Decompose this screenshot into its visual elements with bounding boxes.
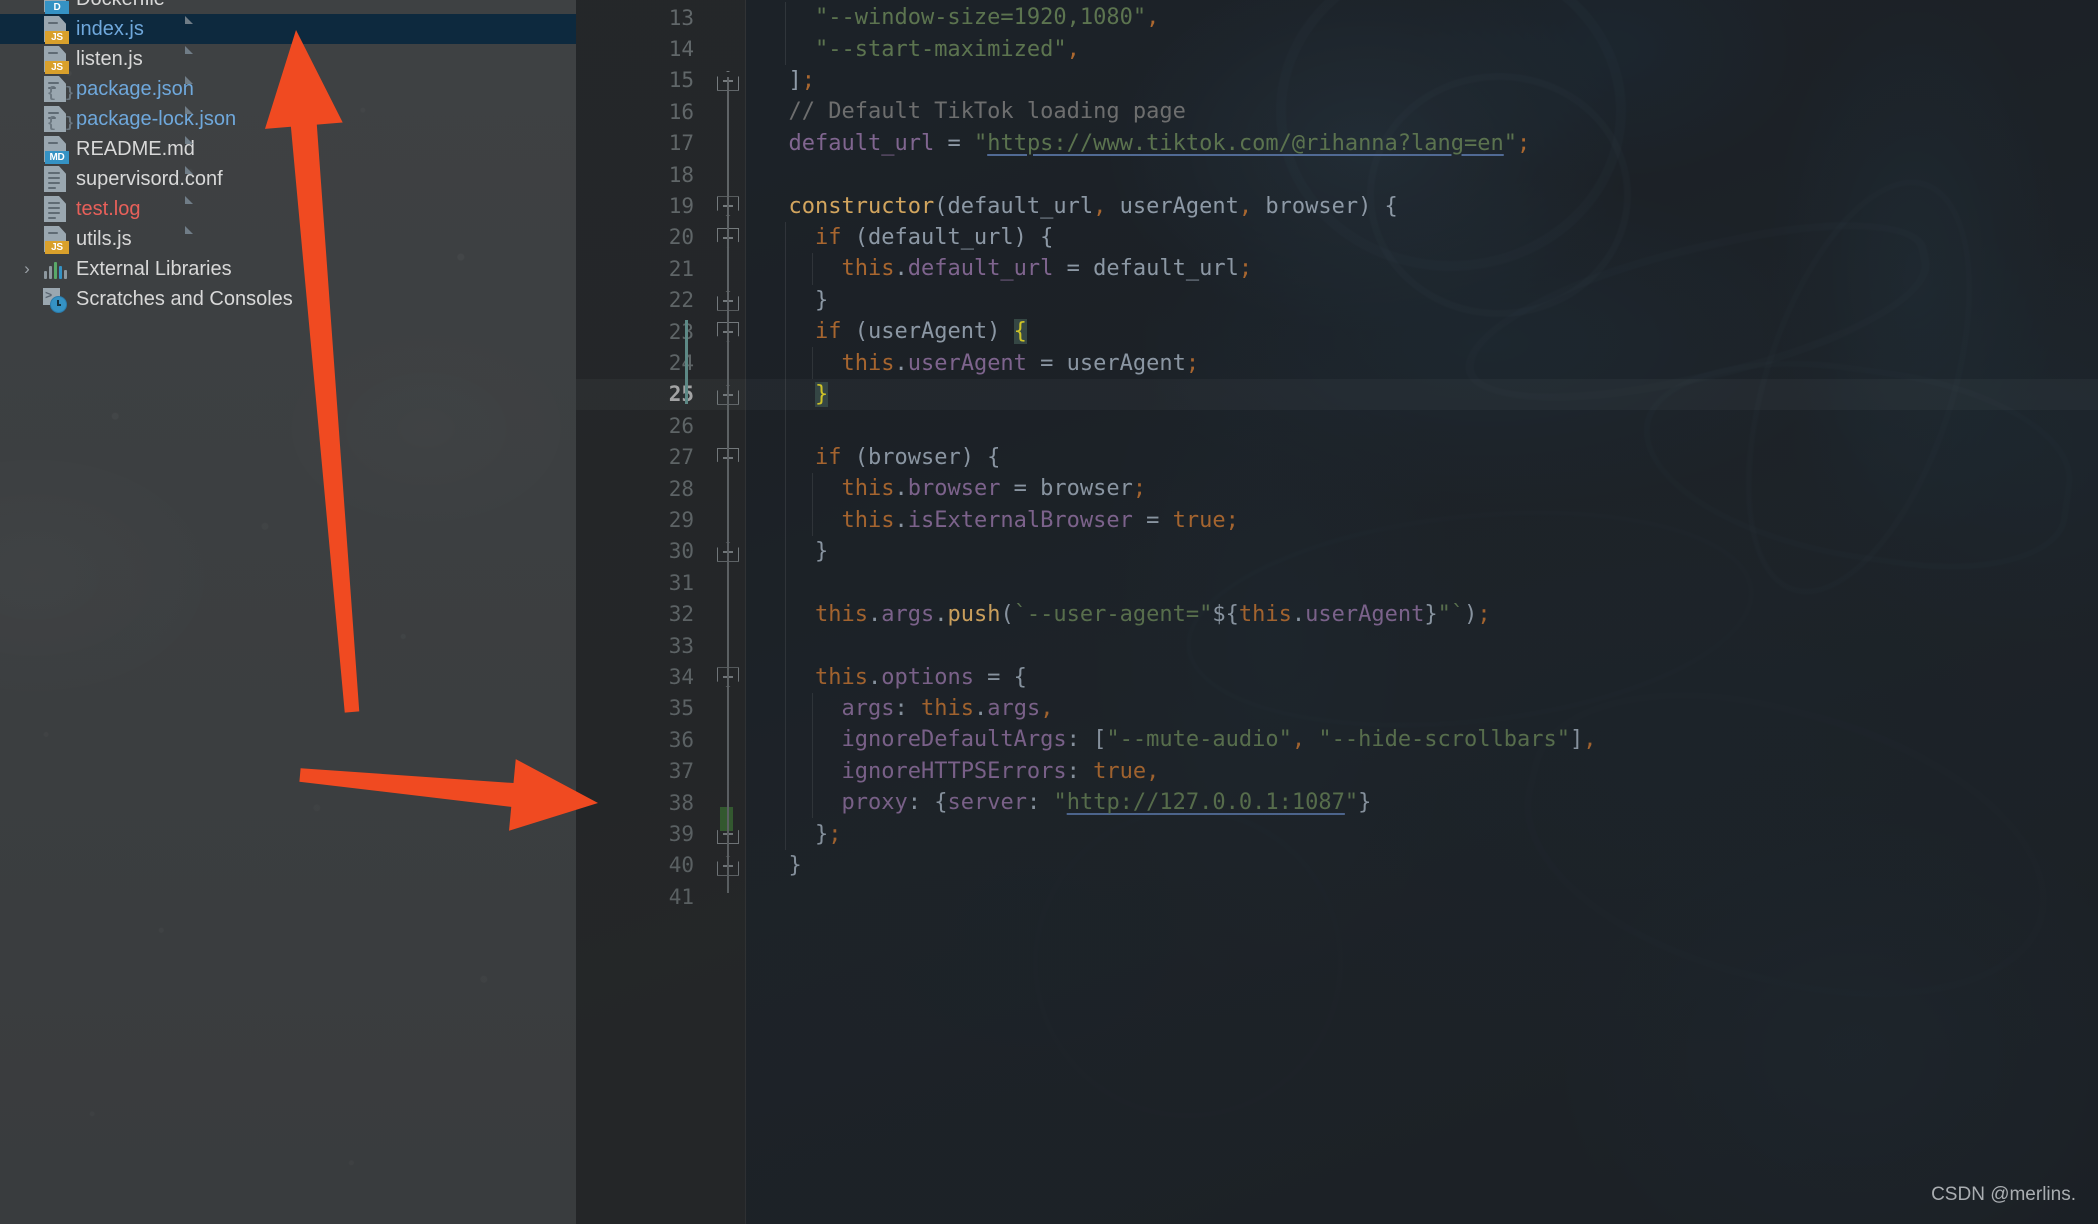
watermark-text: CSDN @merlins.	[1931, 1184, 2076, 1205]
tree-item-label: Dockerfile	[76, 0, 165, 11]
chevron-right-icon[interactable]: ›	[14, 254, 40, 284]
tree-item-package-json[interactable]: { } package.json	[0, 74, 576, 104]
tree-item-label: index.js	[76, 17, 144, 40]
file-text-icon	[40, 164, 193, 194]
tree-item-index-js[interactable]: JS index.js	[0, 14, 576, 44]
tree-item-label: package.json	[76, 77, 194, 100]
tree-item-listen-js[interactable]: JS listen.js	[0, 44, 576, 74]
tree-item-readme-md[interactable]: MD README.md	[0, 134, 576, 164]
editor-overlay-tint	[576, 0, 2098, 1224]
tree-item-package-lock-json[interactable]: { } package-lock.json	[0, 104, 576, 134]
tree-item-utils-js[interactable]: JS utils.js	[0, 224, 576, 254]
external-libraries-icon	[40, 254, 70, 284]
file-log-icon	[40, 194, 193, 224]
tree-item-label: External Libraries	[76, 257, 232, 280]
file-js-icon: JS	[40, 14, 193, 44]
tree-item-label: listen.js	[76, 47, 143, 70]
tree-item-dockerfile[interactable]: D Dockerfile	[0, 0, 576, 14]
file-docker-icon: D	[40, 0, 70, 14]
scratches-icon: >	[40, 284, 70, 314]
tree-item-supervisord-conf[interactable]: supervisord.conf	[0, 164, 576, 194]
file-js-icon: JS	[40, 224, 193, 254]
tree-item-label: package-lock.json	[76, 107, 237, 130]
tree-item-test-log[interactable]: test.log	[0, 194, 576, 224]
tree-item-scratches-and-consoles[interactable]: > Scratches and Consoles	[0, 284, 576, 314]
tree-item-label: utils.js	[76, 227, 132, 250]
tree-item-label: Scratches and Consoles	[76, 287, 293, 310]
tree-item-external-libraries[interactable]: › External Libraries	[0, 254, 576, 284]
tree-item-label: supervisord.conf	[76, 167, 223, 190]
file-json-icon: { }	[40, 74, 193, 104]
ide-window: DDockerfileJSindex.jsJSlisten.js{ }packa…	[0, 0, 2098, 1224]
project-tree-panel[interactable]: DDockerfileJSindex.jsJSlisten.js{ }packa…	[0, 0, 576, 1224]
code-editor[interactable]: 13 "--window-size=1920,1080",14 "--start…	[576, 0, 2098, 1224]
file-js-icon: JS	[40, 44, 193, 74]
tree-item-label: README.md	[76, 137, 195, 160]
file-markdown-icon: MD	[40, 134, 193, 164]
file-json-icon: { }	[40, 104, 193, 134]
tree-item-label: test.log	[76, 197, 141, 220]
